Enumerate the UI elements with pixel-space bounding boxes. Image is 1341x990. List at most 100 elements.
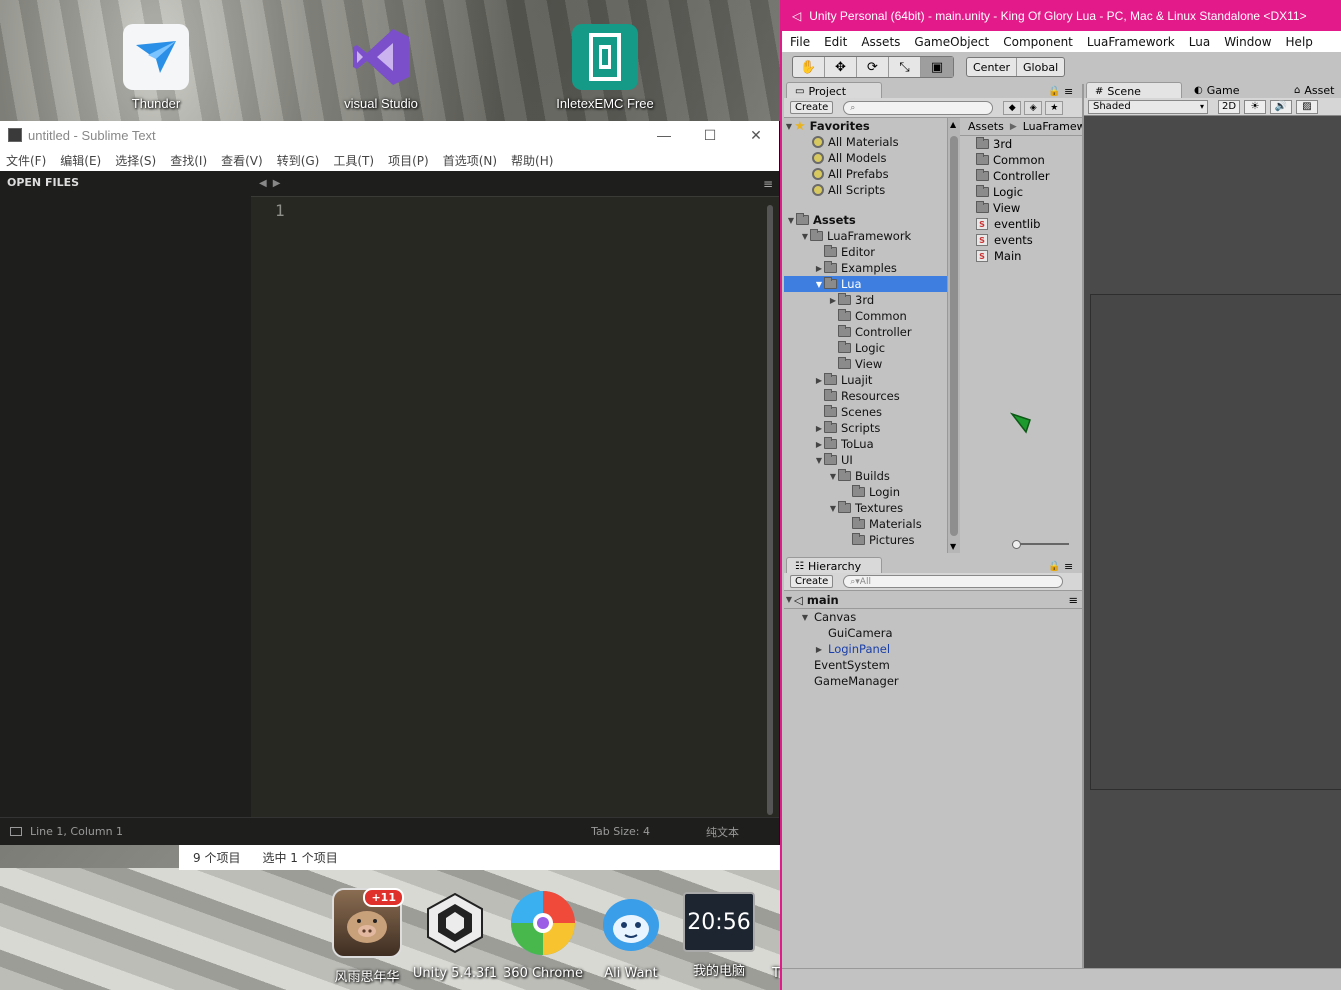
scene-viewport[interactable]: [1090, 294, 1341, 790]
icon-size-slider-track[interactable]: [1015, 543, 1069, 545]
dock-item-360-chrome[interactable]: 360 Chrome: [499, 888, 587, 981]
unity-menu-edit[interactable]: Edit: [824, 35, 847, 49]
expand-arrow-icon[interactable]: ▶: [814, 376, 824, 385]
sublime-titlebar[interactable]: untitled - Sublime Text — ☐ ✕: [0, 121, 779, 149]
asset-item-main[interactable]: S Main: [960, 248, 1082, 264]
tab-scroll-right-icon[interactable]: ▶: [273, 178, 281, 189]
minimize-icon[interactable]: —: [641, 127, 687, 144]
tree-folder-assets[interactable]: ▼ Assets: [784, 212, 947, 228]
hierarchy-search-input[interactable]: ⌕▾ All: [843, 575, 1064, 588]
project-tree-scrollbar[interactable]: ▲ ▼: [947, 118, 960, 553]
tree-folder-common[interactable]: Common: [784, 308, 947, 324]
tree-folder-editor[interactable]: Editor: [784, 244, 947, 260]
menu-help[interactable]: 帮助(H): [511, 152, 553, 169]
tree-folder-ui[interactable]: ▼ UI: [784, 452, 947, 468]
tree-favorite-item[interactable]: All Scripts: [784, 182, 947, 198]
desktop-icon-visual-studio[interactable]: visual Studio: [331, 24, 431, 111]
menu-tools[interactable]: 工具(T): [333, 152, 374, 169]
menu-goto[interactable]: 转到(G): [277, 152, 320, 169]
hierarchy-create-button[interactable]: Create: [790, 575, 834, 588]
hamburger-menu-icon[interactable]: ≡: [763, 177, 773, 191]
asset-item-events[interactable]: Sevents: [960, 232, 1082, 248]
expand-arrow-icon[interactable]: ▼: [800, 232, 810, 241]
project-assets-pane[interactable]: Assets ▶ LuaFramew 3rd Common Controller Lo…: [960, 118, 1082, 553]
pivot-center-toggle[interactable]: Center: [967, 58, 1018, 76]
expand-arrow-icon[interactable]: ▶: [814, 440, 824, 449]
asset-item-common[interactable]: Common: [960, 152, 1082, 168]
menu-preferences[interactable]: 首选项(N): [443, 152, 497, 169]
expand-arrow-icon[interactable]: ▼: [814, 280, 824, 289]
tree-favorite-item[interactable]: All Prefabs: [784, 166, 947, 182]
tree-folder-scripts[interactable]: ▶ Scripts: [784, 420, 947, 436]
expand-arrow-icon[interactable]: ▶: [814, 424, 824, 433]
expand-arrow-icon[interactable]: ▼: [786, 216, 796, 225]
close-icon[interactable]: ✕: [733, 127, 779, 144]
hand-tool-icon[interactable]: ✋: [793, 57, 825, 77]
tree-folder-pictures[interactable]: Pictures: [784, 532, 947, 548]
rect-tool-icon[interactable]: ▣: [921, 57, 953, 77]
tree-favorite-item[interactable]: All Models: [784, 150, 947, 166]
unity-menu-component[interactable]: Component: [1003, 35, 1073, 49]
tree-favorites[interactable]: ▼ ★ Favorites: [784, 118, 947, 134]
desktop-icon-thunder[interactable]: Thunder: [106, 24, 206, 111]
sublime-editor[interactable]: ◀ ▶ ≡ 1: [251, 171, 779, 817]
hierarchy-item-eventsystem[interactable]: EventSystem: [784, 657, 1082, 673]
expand-arrow-icon[interactable]: ▼: [800, 613, 810, 622]
asset-item-logic[interactable]: Logic: [960, 184, 1082, 200]
lighting-toggle-icon[interactable]: ☀: [1244, 99, 1266, 114]
expand-arrow-icon[interactable]: ▶: [828, 296, 838, 305]
breadcrumb-item[interactable]: LuaFramew: [1023, 120, 1082, 133]
filter-type-icon[interactable]: ◆: [1003, 100, 1022, 115]
editor-scrollbar[interactable]: [767, 205, 773, 815]
unity-menu-lua[interactable]: Lua: [1189, 35, 1210, 49]
syntax-selector[interactable]: 纯文本: [706, 824, 739, 840]
unity-menu-file[interactable]: File: [790, 35, 810, 49]
mode-2d-toggle[interactable]: 2D: [1218, 99, 1240, 114]
asset-item-eventlib[interactable]: Seventlib: [960, 216, 1082, 232]
scene-menu-icon[interactable]: ≡: [1068, 593, 1078, 607]
tab-project[interactable]: ▭ Project: [786, 82, 882, 99]
asset-item-controller[interactable]: Controller: [960, 168, 1082, 184]
asset-item-3rd[interactable]: 3rd: [960, 136, 1082, 152]
tab-size[interactable]: Tab Size: 4: [591, 825, 650, 838]
panel-menu-icon[interactable]: ≡: [1064, 85, 1073, 98]
tree-folder-luajit[interactable]: ▶ Luajit: [784, 372, 947, 388]
menu-find[interactable]: 查找(I): [170, 152, 207, 169]
scroll-up-icon[interactable]: ▲: [950, 120, 956, 129]
unity-menu-window[interactable]: Window: [1224, 35, 1271, 49]
lock-icon[interactable]: 🔒: [1048, 561, 1060, 572]
effects-toggle-icon[interactable]: ▨: [1296, 99, 1318, 114]
tree-folder-lua[interactable]: ▼ Lua: [784, 276, 947, 292]
tree-folder-tolua[interactable]: ▶ ToLua: [784, 436, 947, 452]
expand-arrow-icon[interactable]: ▶: [814, 264, 824, 273]
panel-toggle-icon[interactable]: [10, 827, 22, 836]
menu-view[interactable]: 查看(V): [221, 152, 263, 169]
hierarchy-scene-row[interactable]: ▼ ◁ main ≡: [784, 591, 1082, 609]
move-tool-icon[interactable]: ✥: [825, 57, 857, 77]
desktop-icon-inletex[interactable]: InletexEMC Free: [555, 24, 655, 111]
tree-folder-scenes[interactable]: Scenes: [784, 404, 947, 420]
tab-scene[interactable]: # Scene: [1086, 82, 1182, 99]
scale-tool-icon[interactable]: ⤡: [889, 57, 921, 77]
tree-folder-examples[interactable]: ▶ Examples: [784, 260, 947, 276]
tab-scroll-left-icon[interactable]: ◀: [259, 178, 267, 189]
unity-titlebar[interactable]: ◁ Unity Personal (64bit) - main.unity - …: [782, 0, 1341, 31]
unity-menu-assets[interactable]: Assets: [861, 35, 900, 49]
expand-arrow-icon[interactable]: ▶: [814, 645, 824, 654]
breadcrumb-item[interactable]: Assets: [968, 120, 1004, 133]
sublime-sidebar[interactable]: OPEN FILES: [0, 171, 251, 817]
hierarchy-item-canvas[interactable]: ▼ Canvas: [784, 609, 1082, 625]
tree-folder-resources[interactable]: Resources: [784, 388, 947, 404]
tab-asset-store[interactable]: ⌂ Asset: [1286, 82, 1341, 99]
menu-file[interactable]: 文件(F): [6, 152, 46, 169]
audio-toggle-icon[interactable]: 🔊: [1270, 99, 1292, 114]
expand-arrow-icon[interactable]: ▼: [784, 595, 794, 604]
expand-arrow-icon[interactable]: ▼: [814, 456, 824, 465]
expand-arrow-icon[interactable]: ▼: [784, 122, 794, 131]
unity-menu-help[interactable]: Help: [1286, 35, 1313, 49]
scroll-down-icon[interactable]: ▼: [950, 542, 956, 551]
expand-arrow-icon[interactable]: ▼: [828, 472, 838, 481]
shading-mode-dropdown[interactable]: Shaded ▾: [1088, 99, 1208, 114]
tree-folder-login[interactable]: Login: [784, 484, 947, 500]
asset-item-view[interactable]: View: [960, 200, 1082, 216]
